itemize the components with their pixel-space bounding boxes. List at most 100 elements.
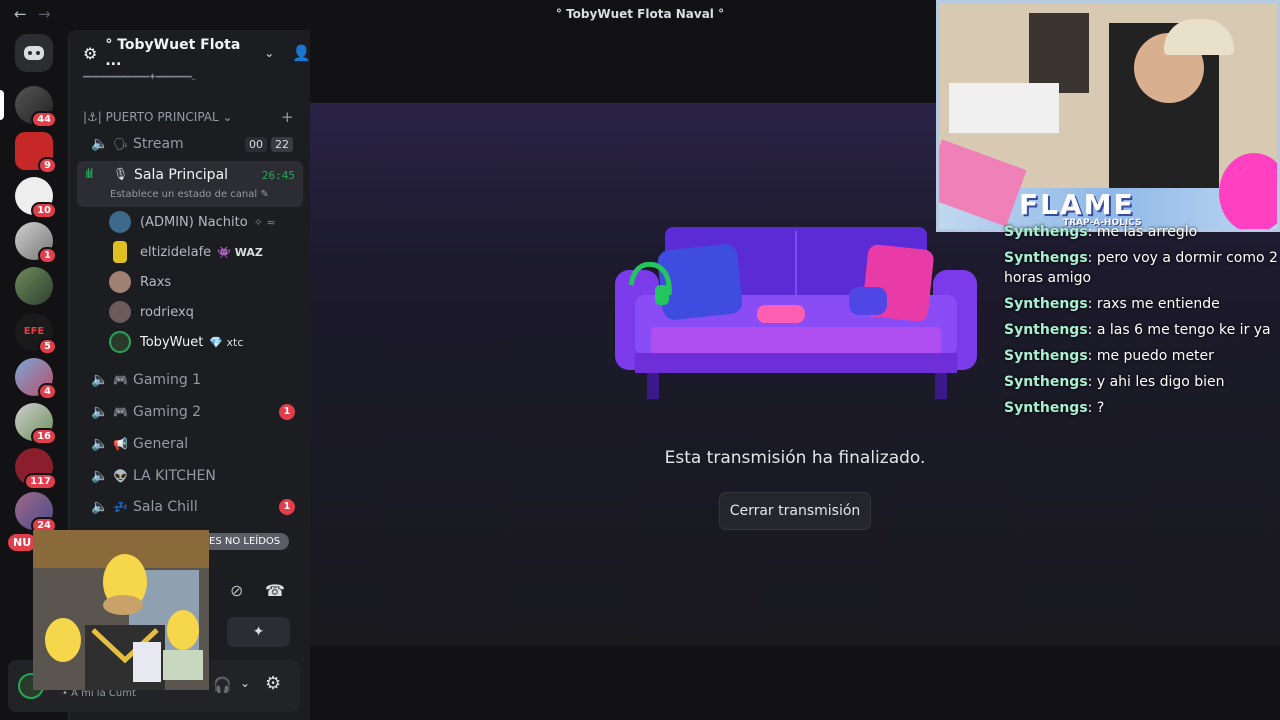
- chat-text: me las arreglo: [1096, 224, 1198, 240]
- discord-home-button[interactable]: [15, 34, 53, 72]
- channel-name: Gaming 1: [133, 372, 202, 388]
- chat-username: Synthengs: [1004, 296, 1088, 312]
- server-badge: 44: [31, 111, 57, 128]
- voice-user[interactable]: rodriexq: [109, 298, 194, 326]
- voice-user-name: TobyWuet: [140, 334, 204, 350]
- add-channel-icon[interactable]: +: [281, 108, 294, 126]
- speaker-icon: 🔈: [91, 436, 109, 452]
- channel-name: Sala Chill: [133, 499, 198, 515]
- channel-status[interactable]: Establece un estado de canal ✎: [110, 189, 269, 200]
- add-member-icon[interactable]: 👤: [292, 44, 311, 62]
- server-icon-4[interactable]: 1: [15, 222, 57, 264]
- avatar: [109, 271, 131, 293]
- voice-user[interactable]: eltizidelafe 👾 WAZ: [109, 238, 263, 266]
- voice-user[interactable]: Raxs: [109, 268, 171, 296]
- channel-emoji: 👽: [113, 469, 128, 483]
- server-badge: 10: [31, 202, 57, 219]
- chevron-down-icon[interactable]: ⌄: [240, 676, 250, 690]
- unread-messages-pill[interactable]: ES NO LEÍDOS: [200, 533, 290, 550]
- channel-name: Stream: [133, 136, 184, 152]
- channel-emoji: 🗣: [113, 137, 129, 151]
- speaker-icon: 🔈: [91, 372, 109, 388]
- stream-ended-message: Esta transmisión ha finalizado.: [664, 448, 926, 468]
- avatar: [109, 301, 131, 323]
- bed: [949, 83, 1059, 133]
- chat-overlay: Synthengs: me las arreglo Synthengs: per…: [1004, 222, 1280, 424]
- flame-banner-title: FLAME: [1019, 188, 1135, 221]
- activity-button[interactable]: ✦: [227, 617, 290, 647]
- chat-message: Synthengs: me puedo meter: [1004, 348, 1214, 364]
- homer-image: [33, 530, 209, 690]
- voice-user-name: eltizidelafe: [140, 244, 212, 260]
- settings-gear-icon[interactable]: ⚙: [265, 673, 281, 694]
- channel-gaming-2[interactable]: 🔈 🎮 Gaming 2 1: [77, 397, 303, 427]
- server-badge: 9: [38, 157, 57, 174]
- voice-user-tag: 💎 xtc: [209, 335, 244, 349]
- disconnect-icon[interactable]: ☎: [265, 581, 285, 600]
- channel-timer: 26:45: [261, 169, 295, 182]
- chat-text: y ahi les digo bien: [1096, 374, 1225, 390]
- webcam-overlay: FLAME TRAP-A-HOLICS: [936, 0, 1280, 232]
- server-icon-6[interactable]: EFE 5: [15, 313, 57, 355]
- chat-username: Synthengs: [1004, 400, 1088, 416]
- chat-message: Synthengs: me las arreglo: [1004, 224, 1198, 240]
- voice-user-name: Raxs: [140, 274, 172, 290]
- pink-statue: [1219, 153, 1277, 229]
- channel-sala-chill[interactable]: 🔈 💤 Sala Chill 1: [77, 492, 303, 522]
- chat-username: Synthengs: [1004, 348, 1088, 364]
- channel-emoji: 💤: [113, 500, 128, 514]
- server-icon-3[interactable]: 10: [15, 177, 57, 219]
- chevron-down-icon[interactable]: ⌄: [264, 46, 274, 60]
- unread-badge: 1: [279, 404, 295, 420]
- user-count-right: 22: [271, 136, 293, 152]
- speaker-icon: 🔈: [91, 499, 109, 515]
- chat-username: Synthengs: [1004, 322, 1088, 338]
- chat-username: Synthengs: [1004, 374, 1088, 390]
- guild-banner-line: ━━━━━━━━━━━━━✦━━━━━━━..: [83, 72, 196, 83]
- speaker-icon: 🔈: [91, 468, 109, 484]
- close-stream-button[interactable]: Cerrar transmisión: [719, 492, 871, 530]
- channel-gaming-1[interactable]: 🔈 🎮 Gaming 1: [77, 365, 303, 395]
- channel-general[interactable]: 🔈 📢 General: [77, 429, 303, 459]
- channel-emoji: 🎮: [113, 405, 128, 419]
- chat-message: Synthengs: a las 6 me tengo ke ir ya: [1004, 322, 1271, 338]
- speaker-icon: 🔈: [91, 136, 109, 152]
- chat-text: a las 6 me tengo ke ir ya: [1096, 322, 1271, 338]
- chat-text: raxs me entiende: [1096, 296, 1220, 312]
- poster: [1029, 13, 1089, 93]
- guild-header[interactable]: ⚙ ° TobyWuet Flota ... ⌄ 👤: [69, 30, 311, 76]
- channel-emoji: 🎙: [113, 167, 129, 181]
- server-badge: 16: [31, 428, 57, 445]
- unread-badge: 1: [279, 499, 295, 515]
- channel-la-kitchen[interactable]: 🔈 👽 LA KITCHEN: [77, 461, 303, 491]
- server-icon-2[interactable]: 9: [15, 132, 57, 174]
- server-icon-5[interactable]: [15, 267, 53, 305]
- server-icon-7[interactable]: 4: [15, 358, 57, 400]
- homer-gif-overlay: [33, 530, 209, 690]
- server-badge: 1: [38, 247, 57, 264]
- chat-message: Synthengs: y ahi les digo bien: [1004, 374, 1225, 390]
- mute-video-icon[interactable]: ⊘: [230, 581, 243, 600]
- cap: [1164, 19, 1234, 55]
- voice-user[interactable]: (ADMIN) Nachito ✧ ≈: [109, 208, 276, 236]
- server-icon-8[interactable]: 16: [15, 403, 57, 445]
- server-icon-10[interactable]: 24: [15, 492, 57, 534]
- server-icon-9[interactable]: 117: [15, 448, 57, 490]
- avatar: [113, 241, 127, 263]
- headphones-icon[interactable]: 🎧: [213, 676, 232, 694]
- channel-emoji: 📢: [113, 437, 128, 451]
- chat-message: Synthengs: pero voy a dormir como 2 hora…: [1004, 250, 1278, 286]
- channel-sala-principal[interactable]: ılıl 🎙 Sala Principal 26:45 Establece un…: [77, 161, 303, 207]
- discord-logo-icon: [24, 46, 44, 60]
- chat-message: Synthengs: raxs me entiende: [1004, 296, 1220, 312]
- server-icon-1[interactable]: 44: [15, 86, 57, 128]
- gear-icon: ⚙: [83, 43, 98, 63]
- channel-stream[interactable]: 🔈 🗣 Stream 00 22: [77, 129, 303, 159]
- guild-name: ° TobyWuet Flota ...: [105, 37, 241, 69]
- voice-user-name: rodriexq: [140, 304, 194, 320]
- chat-text: ?: [1096, 400, 1105, 416]
- speaker-icon: 🔈: [91, 404, 109, 420]
- category-puerto-principal[interactable]: |⚓| PUERTO PRINCIPAL ⌄: [83, 110, 233, 124]
- new-unread-badge[interactable]: NU: [8, 534, 37, 551]
- voice-user[interactable]: TobyWuet 💎 xtc: [109, 328, 243, 356]
